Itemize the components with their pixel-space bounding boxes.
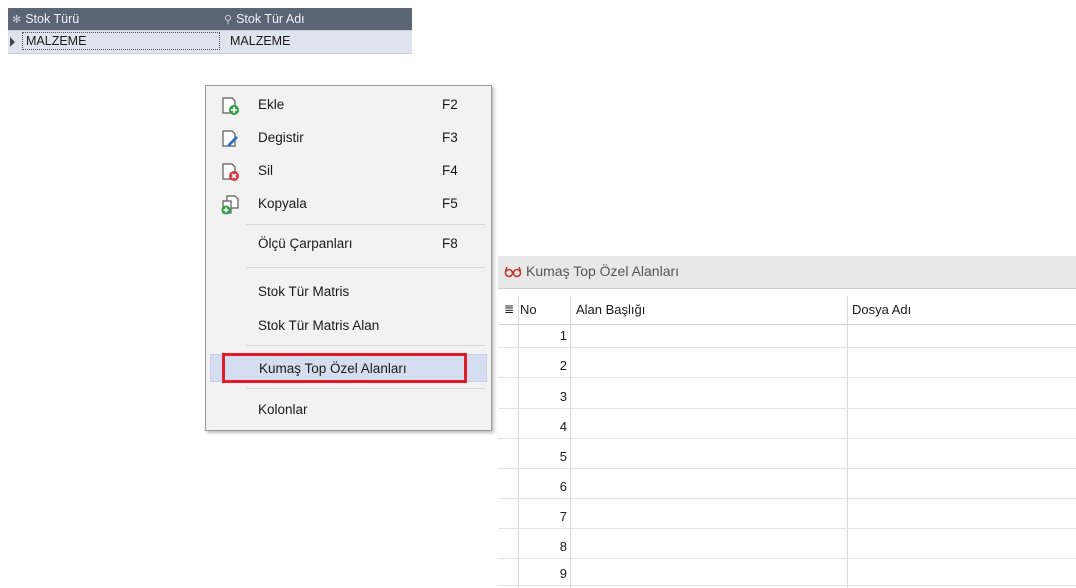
- menu-item-shortcut: F5: [442, 196, 458, 211]
- menu-separator: [246, 388, 485, 389]
- table-row[interactable]: 1: [498, 325, 1076, 348]
- column-chooser-icon[interactable]: ≣: [504, 302, 514, 316]
- table-row[interactable]: 4: [498, 416, 1076, 439]
- menu-item-label: Kumaş Top Özel Alanları: [259, 361, 407, 376]
- glasses-icon: [504, 266, 522, 278]
- panel-title: Kumaş Top Özel Alanları: [526, 263, 680, 279]
- menu-item-shortcut: F2: [442, 97, 458, 112]
- menu-item-kolonlar[interactable]: Kolonlar: [210, 396, 487, 424]
- menu-separator: [246, 267, 485, 268]
- table-row[interactable]: 3: [498, 386, 1076, 409]
- menu-item-kopyala[interactable]: Kopyala F5: [210, 190, 487, 218]
- column-header-stok-tur-adi[interactable]: ⚲ Stok Tür Adı: [224, 12, 305, 26]
- menu-item-label: Stok Tür Matris Alan: [258, 318, 380, 333]
- column-header-dosya-adi[interactable]: Dosya Adı: [852, 302, 911, 317]
- menu-item-label: Stok Tür Matris: [258, 284, 350, 299]
- grid-header: ✻ Stok Türü ⚲ Stok Tür Adı: [8, 8, 412, 30]
- kumas-top-ozel-alanlari-panel: Kumaş Top Özel Alanları ≣ No Alan Başlığ…: [498, 256, 1076, 588]
- filter-icon[interactable]: ⚲: [224, 14, 232, 26]
- menu-item-label: Sil: [258, 163, 274, 178]
- table-row[interactable]: 6: [498, 476, 1076, 499]
- menu-item-shortcut: F8: [442, 236, 458, 251]
- context-menu: Ekle F2 Degistir F3 Sil F4 Kopyala F5 Öl…: [205, 85, 492, 431]
- cell-no: 1: [559, 328, 567, 343]
- menu-separator: [246, 224, 485, 225]
- table-row[interactable]: 2: [498, 355, 1076, 378]
- menu-item-ekle[interactable]: Ekle F2: [210, 91, 487, 119]
- menu-item-label: Ekle: [258, 97, 285, 112]
- table-row[interactable]: MALZEME MALZEME: [8, 30, 412, 54]
- stok-turu-grid: ✻ Stok Türü ⚲ Stok Tür Adı MALZEME MALZEME: [8, 8, 412, 54]
- table-row[interactable]: 7: [498, 506, 1076, 529]
- menu-item-label: Kopyala: [258, 196, 307, 211]
- delete-document-icon: [222, 163, 239, 181]
- menu-separator: [246, 345, 485, 346]
- cell-no: 7: [559, 509, 567, 524]
- copy-document-icon: [221, 195, 239, 215]
- menu-item-shortcut: F3: [442, 130, 458, 145]
- panel-titlebar: Kumaş Top Özel Alanları: [498, 256, 1076, 289]
- column-header-stok-turu[interactable]: ✻ Stok Türü: [12, 12, 79, 26]
- cell-no: 2: [559, 358, 567, 373]
- cell-no: 3: [559, 389, 567, 404]
- cell-no: 4: [559, 419, 567, 434]
- menu-item-stok-tur-matris-alan[interactable]: Stok Tür Matris Alan: [210, 312, 487, 340]
- menu-item-shortcut: F4: [442, 163, 458, 178]
- column-header-no[interactable]: No: [520, 302, 537, 317]
- add-document-icon: [222, 97, 239, 115]
- table-row[interactable]: 5: [498, 446, 1076, 469]
- grid-header: ≣ No Alan Başlığı Dosya Adı: [498, 296, 1076, 325]
- menu-item-sil[interactable]: Sil F4: [210, 157, 487, 185]
- menu-item-label: Kolonlar: [258, 402, 308, 417]
- table-row[interactable]: 9: [498, 563, 1076, 586]
- asterisk-icon: ✻: [12, 14, 22, 26]
- column-header-alan-basligi[interactable]: Alan Başlığı: [576, 302, 645, 317]
- cell-no: 6: [559, 479, 567, 494]
- menu-item-label: Degistir: [258, 130, 304, 145]
- edit-document-icon: [222, 130, 238, 147]
- cell-no: 8: [559, 539, 567, 554]
- row-indicator-icon: [10, 37, 15, 47]
- cell-no: 9: [559, 566, 567, 581]
- menu-item-degistir[interactable]: Degistir F3: [210, 124, 487, 152]
- menu-item-stok-tur-matris[interactable]: Stok Tür Matris: [210, 278, 487, 306]
- kumas-grid: ≣ No Alan Başlığı Dosya Adı: [498, 296, 1076, 325]
- table-row[interactable]: 8: [498, 536, 1076, 559]
- menu-item-kumas-top-ozel-alanlari[interactable]: Kumaş Top Özel Alanları: [210, 354, 487, 382]
- menu-item-olcu-carpanlari[interactable]: Ölçü Çarpanları F8: [210, 230, 487, 258]
- cell-stok-turu[interactable]: MALZEME: [22, 32, 220, 50]
- cell-stok-tur-adi[interactable]: MALZEME: [230, 34, 290, 48]
- cell-no: 5: [559, 449, 567, 464]
- menu-item-label: Ölçü Çarpanları: [258, 236, 353, 251]
